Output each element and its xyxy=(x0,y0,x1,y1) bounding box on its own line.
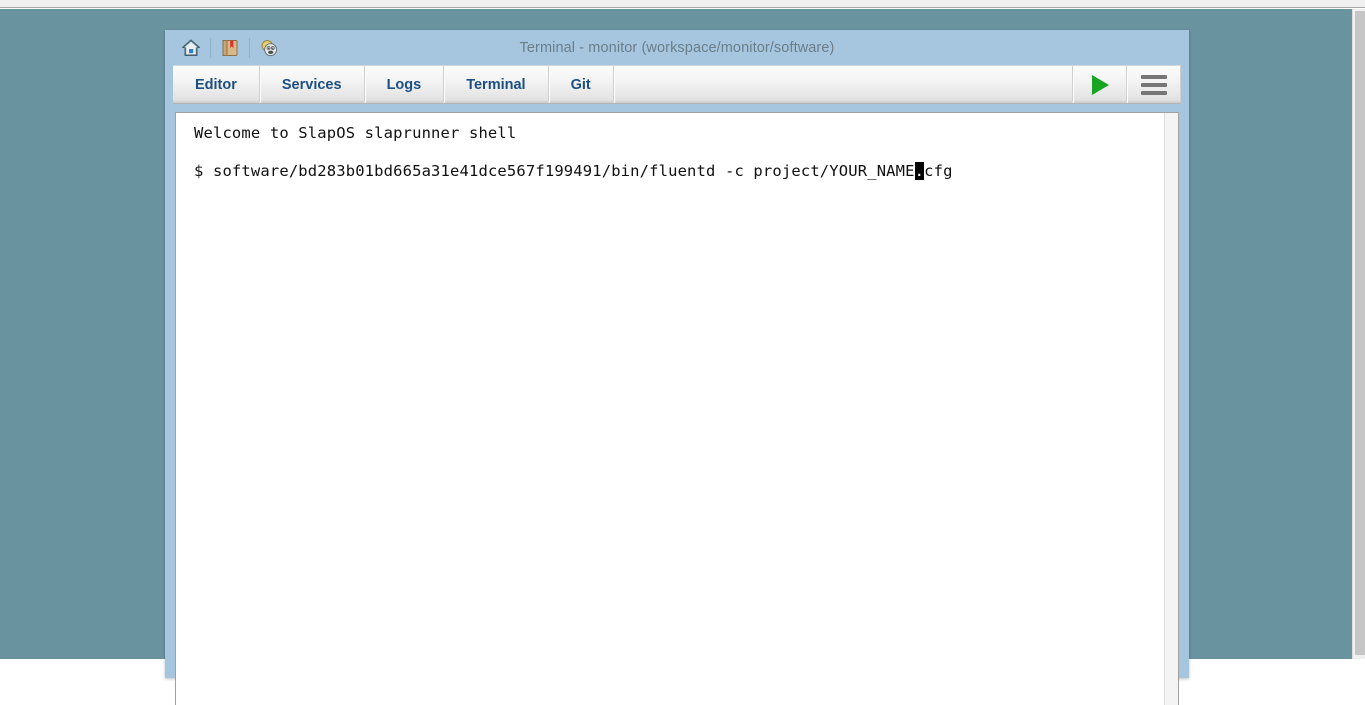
run-button[interactable] xyxy=(1073,66,1127,103)
terminal-welcome-line: Welcome to SlapOS slaprunner shell xyxy=(194,124,517,142)
menu-button[interactable] xyxy=(1127,66,1181,103)
tab-git[interactable]: Git xyxy=(549,66,614,103)
terminal-command-text: software/bd283b01bd665a31e41dce567f19949… xyxy=(212,162,915,180)
slaprunner-window: Terminal - monitor (workspace/monitor/so… xyxy=(165,30,1189,705)
tab-terminal[interactable]: Terminal xyxy=(444,66,549,103)
terminal-command-line: $ software/bd283b01bd665a31e41dce567f199… xyxy=(194,161,1164,181)
titlebar-icon-group xyxy=(165,30,282,65)
terminal-cursor: . xyxy=(914,162,925,180)
main-nav-bar: Editor Services Logs Terminal Git xyxy=(173,65,1181,104)
terminal-command-tail: cfg xyxy=(924,162,953,180)
play-icon xyxy=(1091,74,1109,95)
tab-services[interactable]: Services xyxy=(260,66,365,103)
page-scrollbar-thumb[interactable] xyxy=(1355,11,1365,655)
terminal-prompt: $ xyxy=(194,162,213,180)
page-scrollbar[interactable] xyxy=(1352,9,1365,659)
hamburger-menu-icon xyxy=(1141,71,1167,99)
icon-separator xyxy=(249,37,250,58)
terminal-panel[interactable]: Welcome to SlapOS slaprunner shell $ sof… xyxy=(175,112,1179,705)
terminal-screen[interactable]: Welcome to SlapOS slaprunner shell $ sof… xyxy=(176,113,1164,705)
nav-spacer xyxy=(614,66,1073,103)
tab-logs[interactable]: Logs xyxy=(365,66,445,103)
page-background: Terminal - monitor (workspace/monitor/so… xyxy=(0,9,1352,705)
terminal-scrollbar[interactable] xyxy=(1164,113,1178,705)
icon-separator xyxy=(210,37,211,58)
window-title: Terminal - monitor (workspace/monitor/so… xyxy=(519,39,835,56)
mask-icon[interactable] xyxy=(256,35,282,61)
book-icon[interactable] xyxy=(217,35,243,61)
tab-editor[interactable]: Editor xyxy=(173,66,260,103)
browser-chrome-strip xyxy=(0,0,1365,8)
home-icon[interactable] xyxy=(178,35,204,61)
window-title-bar: Terminal - monitor (workspace/monitor/so… xyxy=(165,30,1189,65)
